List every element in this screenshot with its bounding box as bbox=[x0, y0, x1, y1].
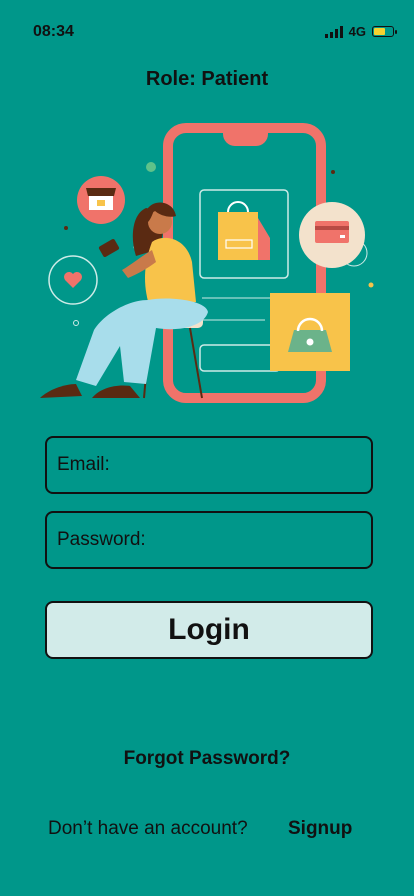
network-type: 4G bbox=[348, 24, 366, 39]
password-field[interactable] bbox=[45, 511, 373, 569]
shopping-phone-illustration bbox=[40, 123, 374, 403]
email-field[interactable] bbox=[45, 436, 373, 494]
login-button[interactable]: Login bbox=[45, 601, 373, 659]
decor-dot bbox=[73, 320, 79, 326]
credit-card-icon bbox=[315, 221, 349, 243]
forgot-password-link[interactable]: Forgot Password? bbox=[0, 748, 414, 770]
status-indicators: 4G bbox=[324, 24, 397, 39]
shoe bbox=[40, 384, 82, 398]
phone-in-hand bbox=[98, 239, 120, 257]
decor-dot bbox=[331, 170, 335, 174]
signup-prompt: Don’t have an account? bbox=[48, 818, 248, 839]
shop-icon bbox=[86, 188, 116, 196]
heart-icon bbox=[64, 272, 82, 288]
pants bbox=[76, 298, 208, 386]
battery-icon bbox=[372, 26, 397, 37]
phone-notch bbox=[223, 128, 268, 146]
shirt bbox=[145, 237, 196, 308]
page-title: Role: Patient bbox=[145, 68, 269, 90]
signal-icon bbox=[324, 25, 343, 38]
signup-link[interactable]: Signup bbox=[288, 818, 352, 840]
status-time: 08:34 bbox=[33, 23, 74, 40]
signup-row: Don’t have an account? Signup bbox=[0, 818, 414, 844]
decor-dot bbox=[146, 162, 156, 172]
decor-dot bbox=[368, 282, 374, 288]
shopping-bag-icon bbox=[218, 212, 258, 260]
battery-level bbox=[374, 28, 385, 35]
decor-dot bbox=[64, 226, 68, 230]
bag-side bbox=[258, 218, 270, 260]
status-bar: 08:34 4G bbox=[0, 0, 414, 60]
shoe bbox=[92, 385, 140, 398]
